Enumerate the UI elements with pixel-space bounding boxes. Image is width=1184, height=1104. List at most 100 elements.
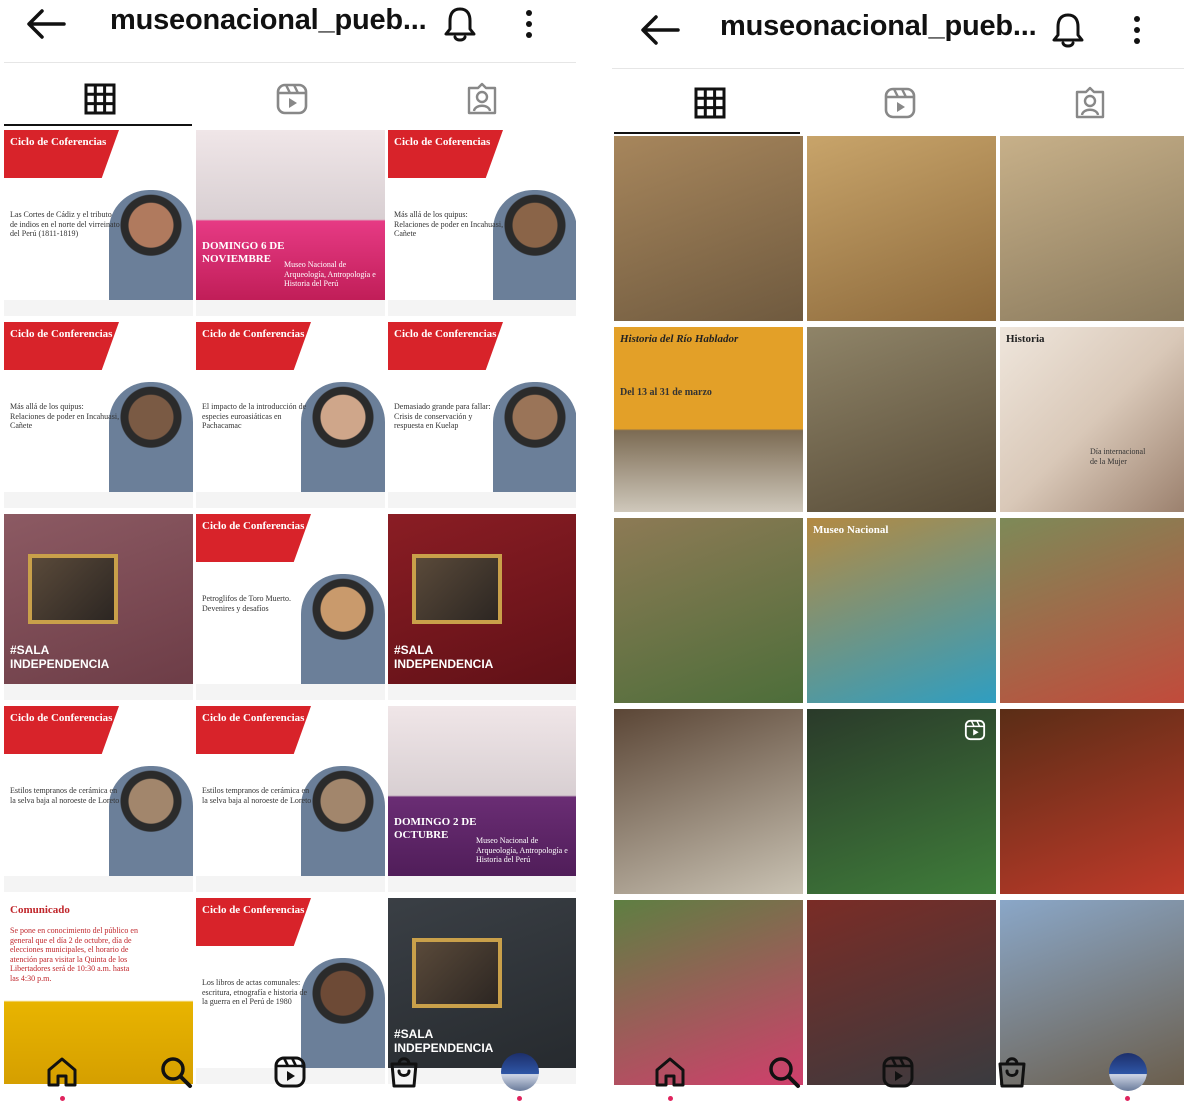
speaker-photo xyxy=(109,382,193,492)
nav-profile[interactable] xyxy=(500,1052,540,1092)
active-tab-indicator xyxy=(614,132,800,134)
post-footer-logos xyxy=(4,876,193,892)
post-thumbnail[interactable]: #SALA INDEPENDENCIA xyxy=(388,514,576,700)
nav-shop[interactable] xyxy=(384,1052,424,1092)
profile-username: museonacional_pueb... xyxy=(720,10,1037,42)
post-thumbnail[interactable] xyxy=(807,709,996,894)
avatar xyxy=(1109,1053,1147,1091)
post-thumbnail[interactable]: DOMINGO 6 DE NOVIEMBRE Museo Nacional de … xyxy=(196,130,385,316)
post-subtitle: Museo Nacional de Arqueología, Antropolo… xyxy=(284,260,376,289)
reels-icon xyxy=(274,1056,306,1088)
post-footer-logos xyxy=(388,876,576,892)
post-caption: Ciclo de Coferencias xyxy=(394,136,491,148)
speaker-photo xyxy=(301,382,385,492)
post-thumbnail[interactable] xyxy=(807,136,996,321)
post-caption: Historia xyxy=(1006,333,1045,345)
nav-reels[interactable] xyxy=(270,1052,310,1092)
post-thumbnail[interactable]: Ciclo de Conferencias Petroglifos de Toro… xyxy=(196,514,385,700)
post-subtitle: Del 13 al 31 de marzo xyxy=(620,387,712,398)
tab-posts-grid[interactable] xyxy=(680,80,740,126)
post-thumbnail[interactable]: DOMINGO 2 DE OCTUBRE Museo Nacional de Ar… xyxy=(388,706,576,892)
nav-profile[interactable] xyxy=(1108,1052,1148,1092)
post-caption: Ciclo de Conferencias xyxy=(10,712,113,724)
post-subtitle: Demasiado grande para fallar: Crisis de … xyxy=(394,402,491,431)
post-footer-logos xyxy=(196,300,385,316)
bell-icon[interactable] xyxy=(1050,10,1086,50)
speaker-photo xyxy=(493,190,576,300)
nav-home[interactable] xyxy=(42,1052,82,1092)
post-thumbnail[interactable] xyxy=(1000,518,1184,703)
post-thumbnail[interactable] xyxy=(807,327,996,512)
posts-grid: Historia del Río Hablador Del 13 al 31 de… xyxy=(614,136,1184,1085)
post-thumbnail[interactable] xyxy=(614,518,803,703)
reels-icon xyxy=(884,87,916,119)
post-thumbnail[interactable]: Historia Día internacional de la Mujer xyxy=(1000,327,1184,512)
shop-icon xyxy=(998,1057,1026,1088)
arrow-left-icon[interactable] xyxy=(24,6,68,42)
shop-icon xyxy=(390,1057,418,1088)
post-caption: Ciclo de Conferencias xyxy=(202,712,305,724)
tab-posts-grid[interactable] xyxy=(70,76,130,122)
notification-dot xyxy=(517,1096,522,1101)
post-thumbnail[interactable]: #SALA INDEPENDENCIA xyxy=(4,514,193,700)
search-icon xyxy=(769,1057,800,1088)
post-thumbnail[interactable]: Museo Nacional xyxy=(807,518,996,703)
post-footer-logos xyxy=(4,684,193,700)
post-subtitle: Estilos tempranos de cerámica en la selv… xyxy=(10,786,120,805)
home-icon xyxy=(655,1057,685,1087)
nav-search[interactable] xyxy=(764,1052,804,1092)
more-vertical-icon[interactable] xyxy=(1122,12,1152,48)
speaker-photo xyxy=(109,766,193,876)
post-subtitle: El impacto de la introducción de especie… xyxy=(202,402,307,431)
post-thumbnail[interactable]: Ciclo de Coferencias Más allá de los quip… xyxy=(388,130,576,316)
bottom-nav xyxy=(0,1044,576,1104)
post-thumbnail[interactable] xyxy=(614,709,803,894)
post-footer-logos xyxy=(388,684,576,700)
speaker-photo xyxy=(109,190,193,300)
post-thumbnail[interactable]: Ciclo de Coferencias Las Cortes de Cádiz … xyxy=(4,130,193,316)
more-vertical-icon[interactable] xyxy=(514,6,544,42)
tagged-icon xyxy=(467,82,497,115)
post-footer-logos xyxy=(196,876,385,892)
nav-home[interactable] xyxy=(650,1052,690,1092)
post-footer-logos xyxy=(4,300,193,316)
post-caption: Ciclo de Conferencias xyxy=(202,520,305,532)
active-tab-indicator xyxy=(4,124,192,126)
post-subtitle: Los libros de actas comunales: escritura… xyxy=(202,978,308,1007)
speaker-photo xyxy=(301,574,385,684)
notification-dot xyxy=(668,1096,673,1101)
tab-tagged[interactable] xyxy=(452,76,512,122)
post-thumbnail[interactable] xyxy=(1000,136,1184,321)
post-thumbnail[interactable]: Ciclo de Conferencias El impacto de la in… xyxy=(196,322,385,508)
arrow-left-icon[interactable] xyxy=(638,12,682,48)
nav-reels[interactable] xyxy=(878,1052,918,1092)
painting-frame xyxy=(412,938,502,1008)
post-subtitle: Estilos tempranos de cerámica en la selv… xyxy=(202,786,312,805)
post-thumbnail[interactable] xyxy=(614,136,803,321)
post-footer-logos xyxy=(388,492,576,508)
profile-tabs xyxy=(0,76,576,122)
post-caption: Comunicado xyxy=(10,904,70,916)
tab-tagged[interactable] xyxy=(1060,80,1120,126)
post-thumbnail[interactable]: Ciclo de Conferencias Estilos tempranos d… xyxy=(196,706,385,892)
post-thumbnail[interactable]: Ciclo de Conferencias Más allá de los qui… xyxy=(4,322,193,508)
post-thumbnail[interactable] xyxy=(1000,709,1184,894)
post-thumbnail[interactable]: Historia del Río Hablador Del 13 al 31 de… xyxy=(614,327,803,512)
nav-search[interactable] xyxy=(156,1052,196,1092)
post-caption: Historia del Río Hablador xyxy=(620,333,739,345)
post-thumbnail[interactable]: Ciclo de Conferencias Estilos tempranos d… xyxy=(4,706,193,892)
profile-screen-left: museonacional_pueb... Ciclo de Coferenci… xyxy=(0,0,576,1104)
tab-reels[interactable] xyxy=(262,76,322,122)
bell-icon[interactable] xyxy=(442,4,478,44)
post-footer-logos xyxy=(388,300,576,316)
tab-reels[interactable] xyxy=(870,80,930,126)
post-caption: Ciclo de Conferencias xyxy=(202,328,305,340)
post-caption: Museo Nacional xyxy=(813,524,889,536)
post-subtitle: Más allá de los quipus: Relaciones de po… xyxy=(10,402,120,431)
posts-grid: Ciclo de Coferencias Las Cortes de Cádiz … xyxy=(4,130,576,1084)
post-footer-logos xyxy=(4,492,193,508)
tagged-icon xyxy=(1075,86,1105,119)
painting-frame xyxy=(412,554,502,624)
nav-shop[interactable] xyxy=(992,1052,1032,1092)
post-thumbnail[interactable]: Ciclo de Conferencias Demasiado grande pa… xyxy=(388,322,576,508)
